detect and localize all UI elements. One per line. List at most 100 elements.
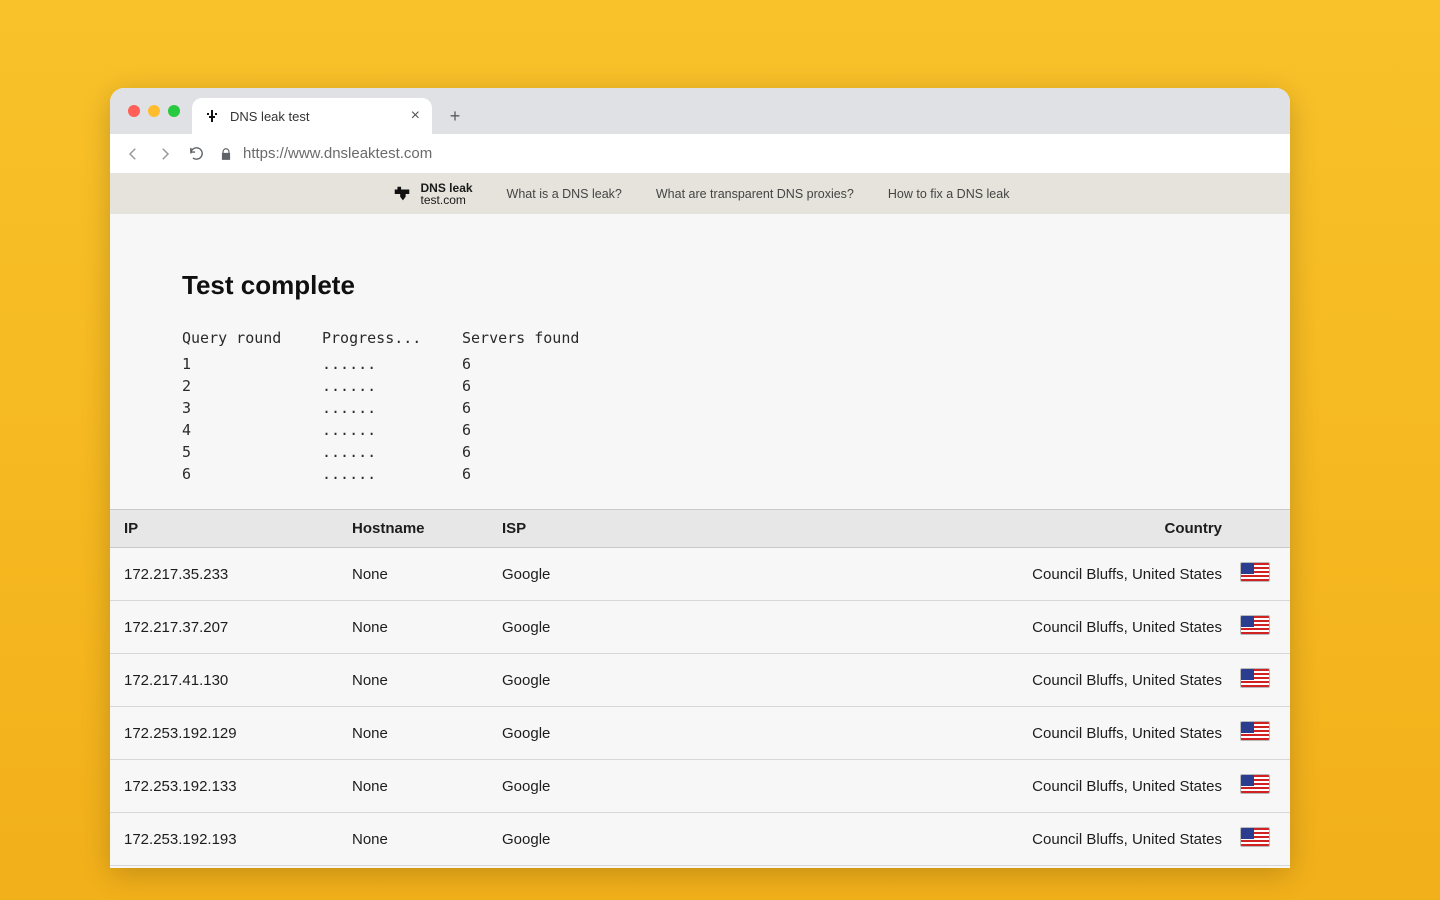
site-header: DNS leak test.com What is a DNS leak? Wh… — [110, 174, 1290, 214]
col-hostname: Hostname — [340, 510, 490, 548]
col-servers-found: Servers found — [462, 329, 622, 347]
flag-us-icon — [1240, 668, 1270, 688]
cell-hostname: None — [340, 548, 490, 601]
progress-cell-round: 6 — [182, 465, 322, 483]
col-country: Country — [974, 510, 1234, 548]
cell-isp: Google — [490, 813, 974, 866]
nav-what-is-dns-leak[interactable]: What is a DNS leak? — [507, 187, 622, 201]
close-tab-icon[interactable]: × — [411, 107, 420, 125]
progress-cell-found: 6 — [462, 377, 622, 395]
nav-transparent-proxies[interactable]: What are transparent DNS proxies? — [656, 187, 854, 201]
cell-flag — [1234, 707, 1290, 760]
back-icon[interactable] — [124, 145, 142, 163]
progress-grid: Query round Progress... Servers found 1.… — [182, 329, 1218, 483]
browser-tab[interactable]: DNS leak test × — [192, 98, 432, 134]
cell-hostname: None — [340, 707, 490, 760]
results-table: IP Hostname ISP Country 172.217.35.233No… — [110, 509, 1290, 868]
progress-cell-found: 6 — [462, 421, 622, 439]
tab-title: DNS leak test — [230, 109, 401, 124]
favicon-icon — [204, 108, 220, 124]
maximize-window-icon[interactable] — [168, 105, 180, 117]
cell-isp: Google — [490, 654, 974, 707]
col-isp: ISP — [490, 510, 974, 548]
cell-isp: Google — [490, 760, 974, 813]
site-logo[interactable]: DNS leak test.com — [391, 182, 473, 206]
table-row: 172.253.192.193NoneGoogleCouncil Bluffs,… — [110, 813, 1290, 866]
progress-cell-found: 6 — [462, 443, 622, 461]
cell-hostname: None — [340, 866, 490, 869]
cell-ip: 172.253.192.133 — [110, 760, 340, 813]
cell-isp: Google — [490, 707, 974, 760]
cell-hostname: None — [340, 813, 490, 866]
progress-cell-found: 6 — [462, 465, 622, 483]
cell-isp: Google — [490, 601, 974, 654]
cell-flag — [1234, 548, 1290, 601]
cell-ip: 172.217.41.130 — [110, 654, 340, 707]
brand-text: DNS leak test.com — [421, 182, 473, 206]
flag-us-icon — [1240, 615, 1270, 635]
cell-country: Council Bluffs, United States — [974, 654, 1234, 707]
col-ip: IP — [110, 510, 340, 548]
progress-cell-progress: ...... — [322, 377, 462, 395]
address-bar[interactable]: https://www.dnsleaktest.com — [219, 145, 1276, 162]
cell-country: Council Bluffs, United States — [974, 760, 1234, 813]
nav-how-to-fix[interactable]: How to fix a DNS leak — [888, 187, 1010, 201]
cell-ip: 172.253.192.193 — [110, 813, 340, 866]
browser-window: DNS leak test × + https://www.dnsleaktes… — [110, 88, 1290, 868]
new-tab-button[interactable]: + — [440, 101, 470, 131]
faucet-icon — [391, 184, 413, 204]
forward-icon[interactable] — [156, 145, 174, 163]
progress-cell-found: 6 — [462, 355, 622, 373]
cell-hostname: None — [340, 654, 490, 707]
progress-cell-progress: ...... — [322, 465, 462, 483]
progress-cell-progress: ...... — [322, 421, 462, 439]
progress-cell-progress: ...... — [322, 355, 462, 373]
progress-cell-progress: ...... — [322, 399, 462, 417]
cell-flag — [1234, 813, 1290, 866]
cell-ip: 172.253.192.194 — [110, 866, 340, 869]
table-row: 172.217.41.130NoneGoogleCouncil Bluffs, … — [110, 654, 1290, 707]
url-text: https://www.dnsleaktest.com — [243, 145, 432, 162]
table-header-row: IP Hostname ISP Country — [110, 510, 1290, 548]
cell-ip: 172.253.192.129 — [110, 707, 340, 760]
page-title: Test complete — [182, 270, 1218, 301]
cell-country: Council Bluffs, United States — [974, 548, 1234, 601]
flag-us-icon — [1240, 827, 1270, 847]
cell-country: Council Bluffs, United States — [974, 601, 1234, 654]
reload-icon[interactable] — [188, 145, 205, 162]
cell-flag — [1234, 760, 1290, 813]
cell-hostname: None — [340, 760, 490, 813]
cell-ip: 172.217.37.207 — [110, 601, 340, 654]
progress-cell-round: 2 — [182, 377, 322, 395]
cell-isp: Google — [490, 548, 974, 601]
cell-hostname: None — [340, 601, 490, 654]
table-row: 172.253.192.194NoneGoogleCouncil Bluffs,… — [110, 866, 1290, 869]
flag-us-icon — [1240, 721, 1270, 741]
cell-country: Council Bluffs, United States — [974, 813, 1234, 866]
lock-icon — [219, 147, 233, 161]
progress-cell-round: 3 — [182, 399, 322, 417]
flag-us-icon — [1240, 774, 1270, 794]
col-progress: Progress... — [322, 329, 462, 347]
cell-flag — [1234, 866, 1290, 869]
table-row: 172.217.37.207NoneGoogleCouncil Bluffs, … — [110, 601, 1290, 654]
table-row: 172.253.192.133NoneGoogleCouncil Bluffs,… — [110, 760, 1290, 813]
progress-cell-found: 6 — [462, 399, 622, 417]
browser-toolbar: https://www.dnsleaktest.com — [110, 134, 1290, 174]
cell-flag — [1234, 654, 1290, 707]
col-query-round: Query round — [182, 329, 322, 347]
progress-cell-round: 1 — [182, 355, 322, 373]
cell-flag — [1234, 601, 1290, 654]
table-row: 172.217.35.233NoneGoogleCouncil Bluffs, … — [110, 548, 1290, 601]
page-content: Test complete Query round Progress... Se… — [110, 214, 1290, 868]
progress-cell-round: 5 — [182, 443, 322, 461]
cell-country: Council Bluffs, United States — [974, 707, 1234, 760]
cell-ip: 172.217.35.233 — [110, 548, 340, 601]
close-window-icon[interactable] — [128, 105, 140, 117]
progress-cell-round: 4 — [182, 421, 322, 439]
results-table-wrap: IP Hostname ISP Country 172.217.35.233No… — [110, 509, 1290, 868]
cell-country: Council Bluffs, United States — [974, 866, 1234, 869]
minimize-window-icon[interactable] — [148, 105, 160, 117]
table-row: 172.253.192.129NoneGoogleCouncil Bluffs,… — [110, 707, 1290, 760]
progress-cell-progress: ...... — [322, 443, 462, 461]
